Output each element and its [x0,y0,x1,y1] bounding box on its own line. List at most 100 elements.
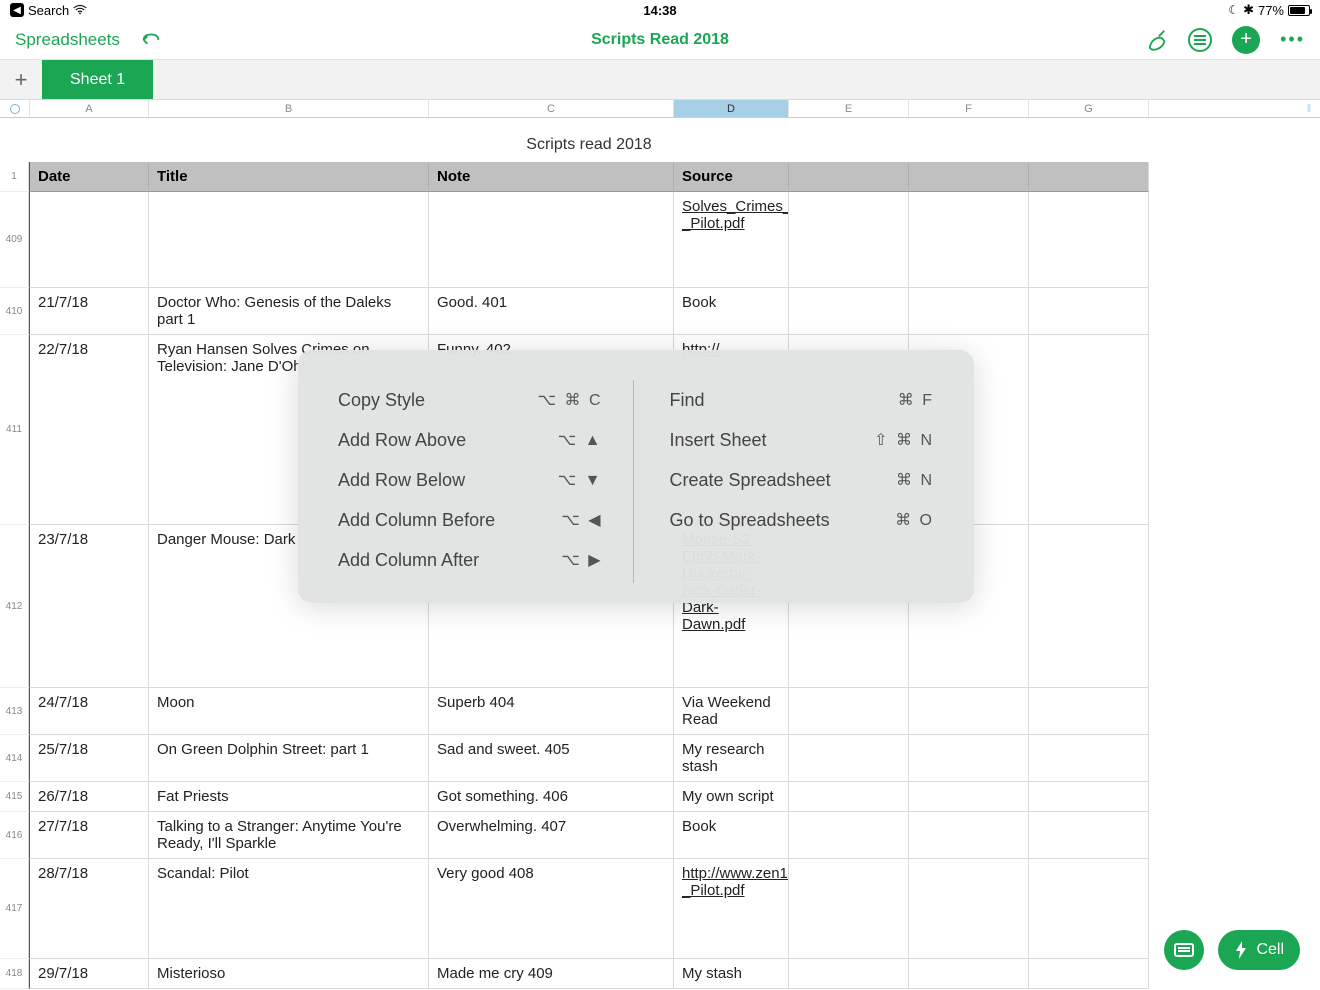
cell-empty[interactable] [789,812,909,859]
col-head-b[interactable]: B [149,100,429,117]
col-head-g[interactable]: G [1029,100,1149,117]
table-title[interactable]: Scripts read 2018 [29,118,1149,162]
cell-note[interactable]: Got something. 406 [429,782,674,812]
freeze-handle-icon[interactable]: ‖ [1298,100,1320,117]
undo-icon[interactable] [140,31,162,49]
cell-empty[interactable] [909,812,1029,859]
menu-item[interactable]: Add Row Below⌥ ▼ [338,460,603,500]
menu-item[interactable]: Add Row Above⌥ ▲ [338,420,603,460]
cell-date[interactable]: 25/7/18 [29,735,149,782]
cell-source[interactable]: Via Weekend Read [674,688,789,735]
cell-empty[interactable] [789,288,909,335]
cell-source[interactable]: My research stash [674,735,789,782]
cell-empty[interactable] [909,782,1029,812]
menu-item[interactable]: Insert Sheet⇧ ⌘ N [670,420,935,460]
document-title[interactable]: Scripts Read 2018 [591,31,729,49]
col-head-f[interactable]: F [909,100,1029,117]
keyboard-button[interactable] [1164,930,1204,970]
cell-title[interactable]: Doctor Who: Genesis of the Daleks part 1 [149,288,429,335]
cell-note[interactable]: Sad and sweet. 405 [429,735,674,782]
cell-empty[interactable] [909,688,1029,735]
cell-empty[interactable] [909,859,1029,959]
cell-empty[interactable] [1029,812,1149,859]
sheet-tab-1[interactable]: Sheet 1 [42,60,153,99]
cell-empty[interactable] [1029,288,1149,335]
cell-date[interactable]: 22/7/18 [29,335,149,525]
cell-note[interactable]: Made me cry 409 [429,959,674,989]
header-empty-g[interactable] [1029,162,1149,192]
cell-date[interactable]: 27/7/18 [29,812,149,859]
menu-item[interactable]: Go to Spreadsheets⌘ O [670,500,935,540]
cell-title[interactable]: Talking to a Stranger: Anytime You're Re… [149,812,429,859]
header-date[interactable]: Date [29,162,149,192]
row-number[interactable]: 409 [0,192,29,288]
row-number[interactable]: 417 [0,859,29,959]
row-number[interactable]: 1 [0,162,29,192]
cell-note[interactable]: Good. 401 [429,288,674,335]
back-app-icon[interactable]: ◀ [10,3,24,17]
menu-item[interactable]: Add Column Before⌥ ◀ [338,500,603,540]
cell-empty[interactable] [909,959,1029,989]
cell-empty[interactable] [1029,735,1149,782]
row-number[interactable]: 412 [0,525,29,688]
more-icon[interactable]: ••• [1280,29,1305,50]
row-number[interactable]: 413 [0,688,29,735]
cell-empty[interactable] [1029,959,1149,989]
cell-note[interactable]: Very good 408 [429,859,674,959]
add-sheet-button[interactable]: + [0,60,42,99]
cell-title[interactable] [149,192,429,288]
style-circle-icon[interactable] [1188,28,1212,52]
menu-item[interactable]: Copy Style⌥ ⌘ C [338,380,603,420]
header-empty-e[interactable] [789,162,909,192]
cell-source[interactable]: Book [674,288,789,335]
row-number[interactable]: 416 [0,812,29,859]
menu-item[interactable]: Find⌘ F [670,380,935,420]
row-number[interactable]: 418 [0,959,29,989]
cell-empty[interactable] [1029,335,1149,525]
cell-source[interactable]: Book [674,812,789,859]
add-button[interactable]: + [1232,26,1260,54]
header-note[interactable]: Note [429,162,674,192]
cell-source[interactable]: My own script [674,782,789,812]
cell-empty[interactable] [1029,782,1149,812]
cell-source[interactable]: Solves_Crimes_On_Television/Ryan_Hansen_… [674,192,789,288]
cell-title[interactable]: On Green Dolphin Street: part 1 [149,735,429,782]
menu-item[interactable]: Create Spreadsheet⌘ N [670,460,935,500]
cell-date[interactable]: 24/7/18 [29,688,149,735]
cell-note[interactable] [429,192,674,288]
cell-date[interactable]: 29/7/18 [29,959,149,989]
select-all-corner[interactable] [0,100,29,117]
cell-empty[interactable] [789,688,909,735]
cell-note[interactable]: Superb 404 [429,688,674,735]
cell-empty[interactable] [789,859,909,959]
cell-empty[interactable] [1029,525,1149,688]
cell-date[interactable]: 23/7/18 [29,525,149,688]
row-number[interactable]: 410 [0,288,29,335]
cell-empty[interactable] [789,735,909,782]
col-head-c[interactable]: C [429,100,674,117]
col-head-d[interactable]: D [674,100,789,117]
cell-title[interactable]: Fat Priests [149,782,429,812]
cell-empty[interactable] [789,192,909,288]
cell-date[interactable]: 21/7/18 [29,288,149,335]
col-head-a[interactable]: A [29,100,149,117]
header-empty-f[interactable] [909,162,1029,192]
cell-empty[interactable] [909,192,1029,288]
link[interactable]: http://www.zen134237.zen.co.uk/Scandal/S… [682,865,789,899]
cell-empty[interactable] [1029,859,1149,959]
back-app-label[interactable]: Search [28,3,69,18]
cell-button[interactable]: Cell [1218,930,1300,970]
documents-back-button[interactable]: Spreadsheets [15,30,120,50]
cell-source[interactable]: http://www.zen134237.zen.co.uk/Scandal/S… [674,859,789,959]
cell-date[interactable]: 28/7/18 [29,859,149,959]
cell-title[interactable]: Scandal: Pilot [149,859,429,959]
cell-source[interactable]: My stash [674,959,789,989]
cell-date[interactable]: 26/7/18 [29,782,149,812]
cell-date[interactable] [29,192,149,288]
header-source[interactable]: Source [674,162,789,192]
row-number[interactable]: 411 [0,335,29,525]
cell-empty[interactable] [1029,192,1149,288]
cell-empty[interactable] [789,782,909,812]
cell-title[interactable]: Moon [149,688,429,735]
menu-item[interactable]: Add Column After⌥ ▶ [338,540,603,580]
